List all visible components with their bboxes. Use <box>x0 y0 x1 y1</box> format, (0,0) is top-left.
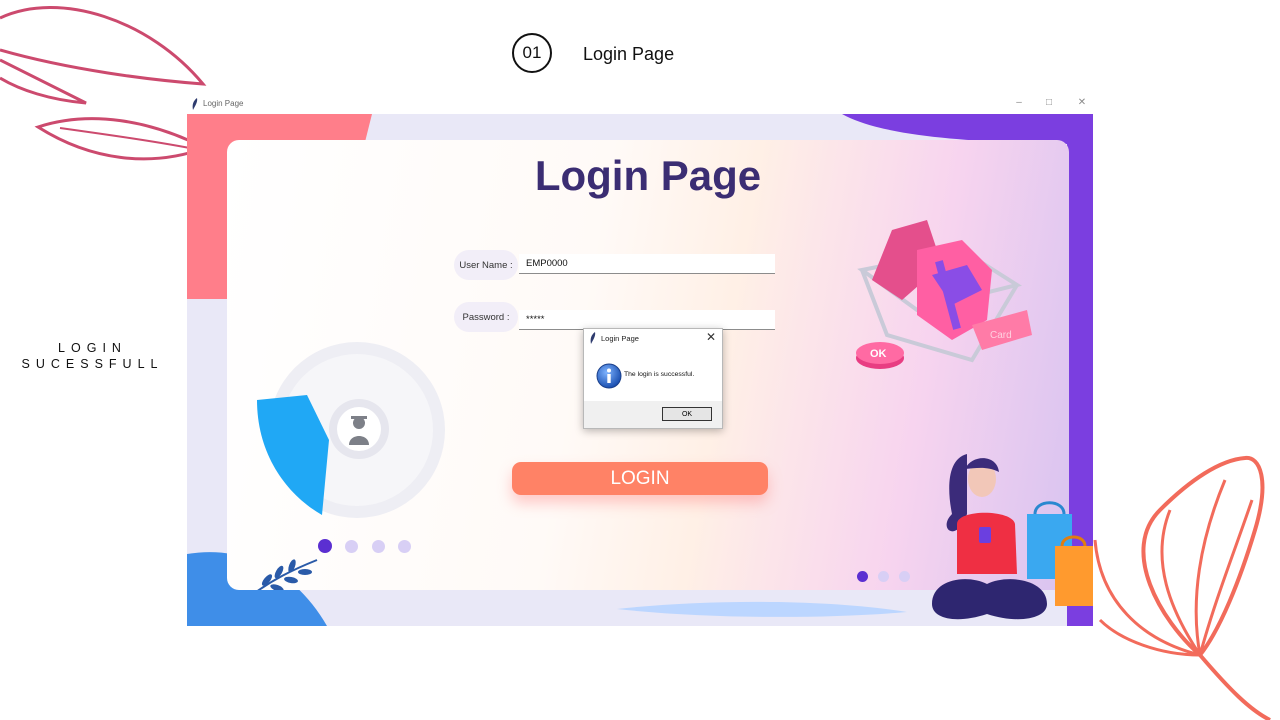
username-input[interactable] <box>519 254 775 274</box>
carousel-dot[interactable] <box>878 571 889 582</box>
window-title: Login Page <box>203 99 244 108</box>
step-title: Login Page <box>583 44 675 64</box>
leaves-decoration <box>257 559 318 590</box>
decorative-leaf-lines-top-left <box>0 6 209 161</box>
minimize-button[interactable]: – <box>1008 97 1030 108</box>
ok-button[interactable]: OK <box>662 407 712 421</box>
window-titlebar: Login Page – □ ✕ <box>187 95 1093 114</box>
password-input[interactable] <box>519 310 775 330</box>
info-icon <box>596 363 622 389</box>
close-button[interactable]: ✕ <box>1071 97 1093 108</box>
dialog-footer: OK <box>584 401 722 428</box>
carousel-dot[interactable] <box>398 540 411 553</box>
feather-icon <box>192 98 198 110</box>
side-caption-line1: LOGIN <box>58 341 127 355</box>
ok-badge-label: OK <box>870 348 887 360</box>
username-label: User Name : <box>454 250 518 280</box>
user-security-illustration <box>257 342 445 518</box>
shopping-basket-illustration: Card OK <box>856 220 1032 369</box>
dialog-message: The login is successful. <box>624 371 695 378</box>
carousel-dot[interactable] <box>345 540 358 553</box>
side-caption-line2: SUCESSFULL <box>21 357 164 371</box>
side-caption: LOGIN SUCESSFULL <box>10 340 175 372</box>
carousel-dot[interactable] <box>372 540 385 553</box>
login-heading: Login Page <box>534 152 762 199</box>
dialog-title: Login Page <box>601 334 639 343</box>
feather-icon <box>590 332 596 344</box>
card-label: Card <box>990 330 1012 341</box>
carousel-dot[interactable] <box>899 571 910 582</box>
login-button[interactable]: LOGIN <box>512 462 768 495</box>
maximize-button[interactable]: □ <box>1038 97 1060 108</box>
password-label: Password : <box>454 302 518 332</box>
woman-shopping-illustration <box>932 454 1093 620</box>
dialog-close-button[interactable]: ✕ <box>706 330 716 344</box>
message-dialog: Login Page ✕ The login is successful. OK <box>583 328 723 429</box>
step-number-badge: 01 <box>512 33 552 73</box>
carousel-dot-active[interactable] <box>857 571 868 582</box>
